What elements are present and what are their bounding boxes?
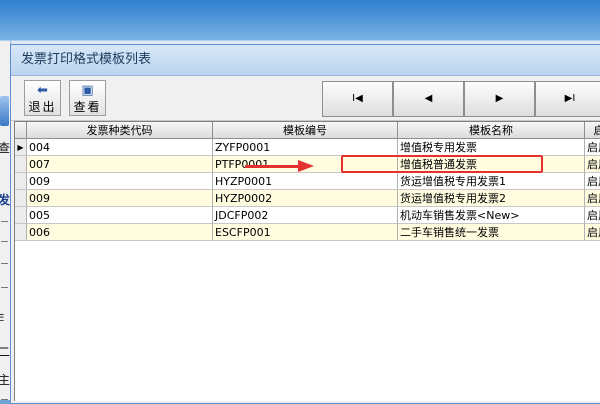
annotation-highlight-box [341,155,543,173]
document-view-icon: ▣ [81,83,94,98]
table-row[interactable]: 005 JDCFP002 机动车销售发票<New> 启用 [15,207,600,224]
cell-template-id: JDCFP002 [213,207,398,224]
first-record-button[interactable]: I◀ [322,81,393,117]
cell-template-name: 增值税专用发票 [398,139,585,156]
current-row-indicator-icon: ▶ [15,139,27,156]
first-icon: I◀ [352,93,363,104]
row-indicator [15,190,27,207]
cell-status: 启用 [585,156,600,173]
cell-status: 启用 [585,224,600,241]
cell-template-id: ESCFP001 [213,224,398,241]
header-template-id[interactable]: 模板编号 [213,122,398,139]
table-row[interactable]: 006 ESCFP001 二手车销售统一发票 启用 [15,224,600,241]
table-row[interactable]: 009 HYZP0001 货运增值税专用发票1 启用 [15,173,600,190]
header-status[interactable]: 启用 [585,122,600,139]
row-indicator [15,224,27,241]
annotation-arrow [245,165,300,168]
cell-code: 007 [27,156,213,173]
cell-template-id: ZYFP0001 [213,139,398,156]
next-icon: ▶ [495,93,504,104]
view-button[interactable]: ▣ 查看 [69,80,106,116]
row-indicator [15,173,27,190]
row-indicator [15,207,27,224]
bg-char: E [0,313,5,324]
cell-template-id: HYZP0001 [213,173,398,190]
row-indicator [15,156,27,173]
cell-code: 009 [27,173,213,190]
cell-code: 004 [27,139,213,156]
table-row[interactable]: 009 HYZP0002 货运增值税专用发票2 启用 [15,190,600,207]
prev-icon: ◀ [424,93,433,104]
window-title: 发票打印格式模板列表 [11,45,600,76]
cell-code: 006 [27,224,213,241]
header-indicator [15,122,27,139]
cell-status: 启用 [585,139,600,156]
cell-template-name: 货运增值税专用发票1 [398,173,585,190]
cell-status: 启用 [585,173,600,190]
cell-template-id: HYZP0002 [213,190,398,207]
header-template-name[interactable]: 模板名称 [398,122,585,139]
cell-template-name: 货运增值税专用发票2 [398,190,585,207]
app-icon [0,96,9,126]
table-row[interactable]: ▶ 004 ZYFP0001 增值税专用发票 启用 [15,139,600,156]
bg-char: 二 [0,345,11,359]
cell-code: 005 [27,207,213,224]
bg-char: 查 [0,141,11,155]
cell-template-name: 二手车销售统一发票 [398,224,585,241]
exit-button[interactable]: ⬅ 退出 [24,80,61,116]
cell-status: 启用 [585,207,600,224]
annotation-arrow-head-icon [298,160,314,172]
last-icon: ▶I [564,93,576,104]
back-arrow-icon: ⬅ [37,83,48,98]
prev-record-button[interactable]: ◀ [393,81,464,117]
cell-template-name: 机动车销售发票<New> [398,207,585,224]
header-code[interactable]: 发票种类代码 [27,122,213,139]
table-header: 发票种类代码 模板编号 模板名称 启用 [15,122,600,139]
bg-char: 主 [0,373,11,387]
cell-status: 启用 [585,190,600,207]
next-record-button[interactable]: ▶ [464,81,535,117]
bg-char: 发 [0,193,11,207]
cell-code: 009 [27,190,213,207]
last-record-button[interactable]: ▶I [535,81,600,117]
